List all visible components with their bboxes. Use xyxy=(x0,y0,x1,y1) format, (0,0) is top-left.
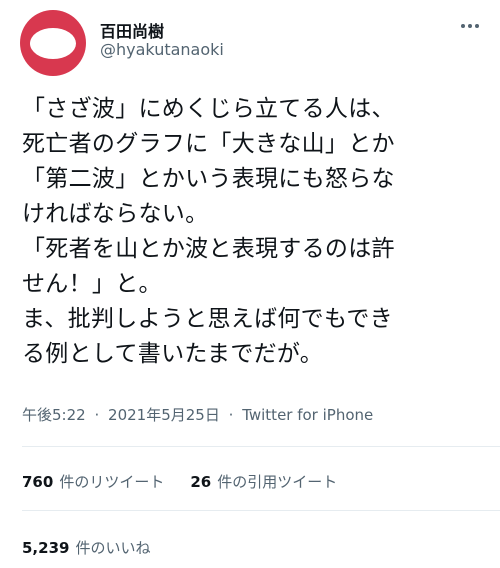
avatar-center xyxy=(30,27,76,59)
avatar[interactable] xyxy=(20,10,86,76)
divider xyxy=(22,510,500,511)
display-name[interactable]: 百田尚樹 xyxy=(100,18,164,42)
likes-count: 5,239 xyxy=(22,539,70,557)
tweet-text: 「さざ波」にめくじら立てる人は、 死亡者のグラフに「大きな山」とか 「第二波」と… xyxy=(22,96,395,367)
more-horizontal-icon xyxy=(461,24,479,28)
meta-separator: · xyxy=(94,406,100,424)
retweets-stat[interactable]: 760 件のリツイート xyxy=(22,471,164,492)
divider xyxy=(22,446,500,447)
likes-stat[interactable]: 5,239 件のいいね xyxy=(22,537,150,558)
user-handle[interactable]: @hyakutanaoki xyxy=(100,40,224,59)
meta-separator: · xyxy=(228,406,234,424)
tweet-source[interactable]: Twitter for iPhone xyxy=(242,406,373,424)
quotes-stat[interactable]: 26 件の引用ツイート xyxy=(190,471,337,492)
retweets-label: 件のリツイート xyxy=(59,473,165,491)
retweets-count: 760 xyxy=(22,473,54,491)
tweet-time[interactable]: 午後5:22 xyxy=(22,406,86,424)
stats-row: 760 件のリツイート 26 件の引用ツイート xyxy=(22,471,337,492)
tweet-meta: 午後5:22 · 2021年5月25日 · Twitter for iPhone xyxy=(22,404,373,425)
likes-label: 件のいいね xyxy=(75,539,151,557)
tweet-date[interactable]: 2021年5月25日 xyxy=(108,406,220,424)
quotes-count: 26 xyxy=(190,473,212,491)
quotes-label: 件の引用ツイート xyxy=(217,473,338,491)
more-button[interactable] xyxy=(452,8,488,44)
tweet-card: 百田尚樹 @hyakutanaoki 「さざ波」にめくじら立てる人は、 死亡者の… xyxy=(0,0,500,568)
